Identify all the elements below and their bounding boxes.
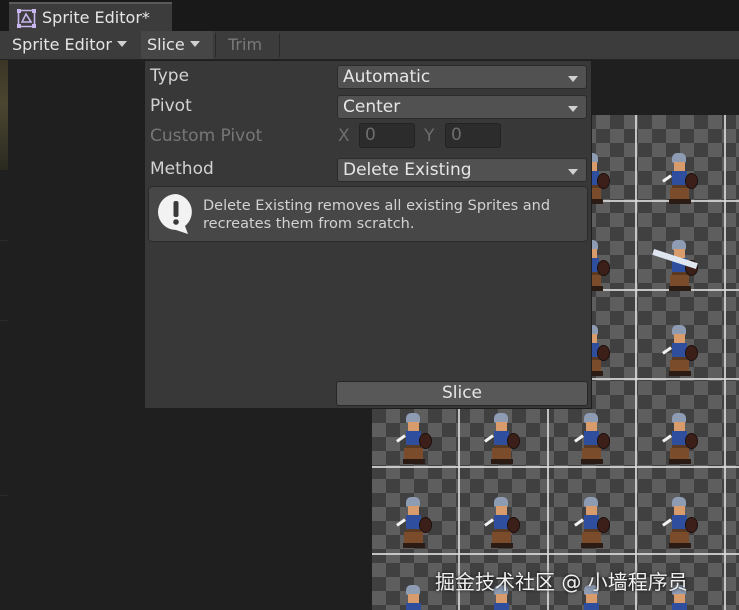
custom-pivot-label: Custom Pivot xyxy=(150,126,263,146)
slice-apply-button[interactable]: Slice xyxy=(336,381,588,406)
chevron-down-icon xyxy=(189,40,200,47)
sprite-frame[interactable] xyxy=(660,325,700,377)
sprite-frame[interactable] xyxy=(482,413,522,465)
chevron-down-icon xyxy=(568,169,578,175)
toolbar-divider xyxy=(279,33,280,57)
trim-button[interactable]: Trim xyxy=(222,31,268,59)
slice-popup: Type Automatic Pivot Center Custom Pivot… xyxy=(144,60,592,409)
chevron-down-icon xyxy=(568,106,578,112)
pivot-dropdown[interactable]: Center xyxy=(337,95,587,119)
slice-menu-button[interactable]: Slice xyxy=(141,31,213,59)
sprite-editor-toolbar: Sprite Editor Slice Trim xyxy=(0,31,739,60)
sprite-editor-mode-label: Sprite Editor xyxy=(12,35,112,54)
slice-grid-line xyxy=(372,466,739,468)
custom-pivot-x-field[interactable]: 0 xyxy=(359,123,415,148)
info-warning-icon xyxy=(158,194,192,234)
tab-sprite-editor[interactable]: Sprite Editor* xyxy=(9,2,172,31)
pivot-value: Center xyxy=(343,97,401,117)
sprite-frame[interactable] xyxy=(660,497,700,549)
sprite-frame[interactable] xyxy=(660,153,700,205)
slice-menu-label: Slice xyxy=(147,35,185,54)
type-dropdown[interactable]: Automatic xyxy=(337,65,587,89)
tab-title: Sprite Editor* xyxy=(42,8,150,27)
method-help-box: Delete Existing removes all existing Spr… xyxy=(148,186,588,242)
divider xyxy=(0,240,8,241)
chevron-down-icon xyxy=(568,76,578,82)
custom-pivot-y-field[interactable]: 0 xyxy=(445,123,501,148)
sprite-frame[interactable] xyxy=(652,240,700,292)
toolbar-divider xyxy=(215,33,216,57)
divider xyxy=(0,495,8,496)
method-help-text: Delete Existing removes all existing Spr… xyxy=(203,198,551,232)
type-label: Type xyxy=(150,66,190,86)
watermark: 掘金技术社区 @ 小墙程序员 xyxy=(435,570,688,594)
custom-pivot-x-label: X xyxy=(338,126,350,146)
scene-preview-strip xyxy=(0,60,8,170)
type-value: Automatic xyxy=(343,67,431,87)
sprite-frame[interactable] xyxy=(482,497,522,549)
method-value: Delete Existing xyxy=(343,160,472,180)
sprite-frame[interactable] xyxy=(394,585,434,610)
method-label: Method xyxy=(150,159,214,179)
tab-strip: Sprite Editor* xyxy=(0,0,739,31)
sprite-frame[interactable] xyxy=(660,413,700,465)
divider xyxy=(0,320,8,321)
sprite-editor-mode-dropdown[interactable]: Sprite Editor xyxy=(6,31,133,59)
slice-grid-line xyxy=(372,553,739,555)
slice-grid-line xyxy=(724,115,726,610)
sprite-frame[interactable] xyxy=(572,413,612,465)
sprite-frame[interactable] xyxy=(394,413,434,465)
pivot-label: Pivot xyxy=(150,96,192,116)
sprite-frame[interactable] xyxy=(394,497,434,549)
slice-grid-line xyxy=(635,115,637,610)
sprite-editor-icon xyxy=(17,9,36,28)
chevron-down-icon xyxy=(116,40,127,47)
sprite-frame[interactable] xyxy=(572,497,612,549)
custom-pivot-y-label: Y xyxy=(424,126,435,146)
method-dropdown[interactable]: Delete Existing xyxy=(337,158,587,182)
